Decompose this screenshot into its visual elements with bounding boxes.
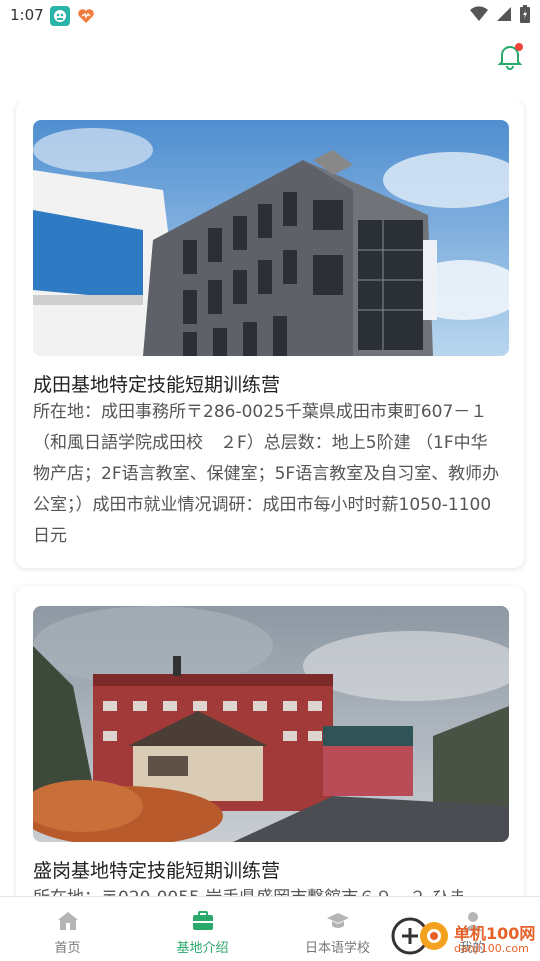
base-card[interactable]: 成田基地特定技能短期训练营 所在地：成田事務所〒286-0025千葉県成田市東町… <box>16 100 524 568</box>
signal-icon <box>496 6 512 26</box>
tab-base-intro[interactable]: 基地介绍 <box>135 897 270 961</box>
base-title: 盛岗基地特定技能短期训练营 <box>33 860 281 882</box>
watermark-subtext: danji100.com <box>454 942 529 955</box>
heart-app-icon <box>76 6 96 26</box>
base-list[interactable]: 成田基地特定技能短期训练营 所在地：成田事務所〒286-0025千葉県成田市東町… <box>0 100 540 896</box>
battery-icon <box>520 5 530 27</box>
base-photo-narita <box>33 120 509 356</box>
notification-bell-icon[interactable] <box>494 40 526 72</box>
tab-label: 日本语学校 <box>304 941 370 956</box>
wifi-icon <box>470 6 488 26</box>
home-icon <box>56 909 80 933</box>
watermark-logo-icon <box>391 917 448 955</box>
base-title: 成田基地特定技能短期训练营 <box>33 374 281 396</box>
briefcase-icon <box>191 909 215 933</box>
base-description: 所在地：〒020-0055 岩手県盛岡市繋館市６９－２ ひま <box>33 883 505 896</box>
tab-japanese-school[interactable]: 日本语学校 <box>270 897 405 961</box>
graduation-cap-icon <box>326 909 350 933</box>
site-watermark: 单机100网 danji100.com <box>390 912 540 960</box>
status-time: 1:07 <box>10 6 44 24</box>
status-indicators <box>470 5 530 27</box>
base-card[interactable]: 盛岗基地特定技能短期训练营 所在地：〒020-0055 岩手県盛岡市繋館市６９－… <box>16 586 524 896</box>
base-photo-morioka <box>33 606 509 842</box>
tab-home[interactable]: 首页 <box>0 897 135 961</box>
tab-label: 基地介绍 <box>176 941 229 956</box>
watermark-text: 单机100网 <box>454 924 536 943</box>
tab-label: 首页 <box>54 941 81 956</box>
status-bar: 1:07 <box>0 0 540 32</box>
app-notification-icon <box>50 6 70 26</box>
base-description: 所在地：成田事務所〒286-0025千葉県成田市東町607－１（和風日語学院成田… <box>33 402 500 546</box>
